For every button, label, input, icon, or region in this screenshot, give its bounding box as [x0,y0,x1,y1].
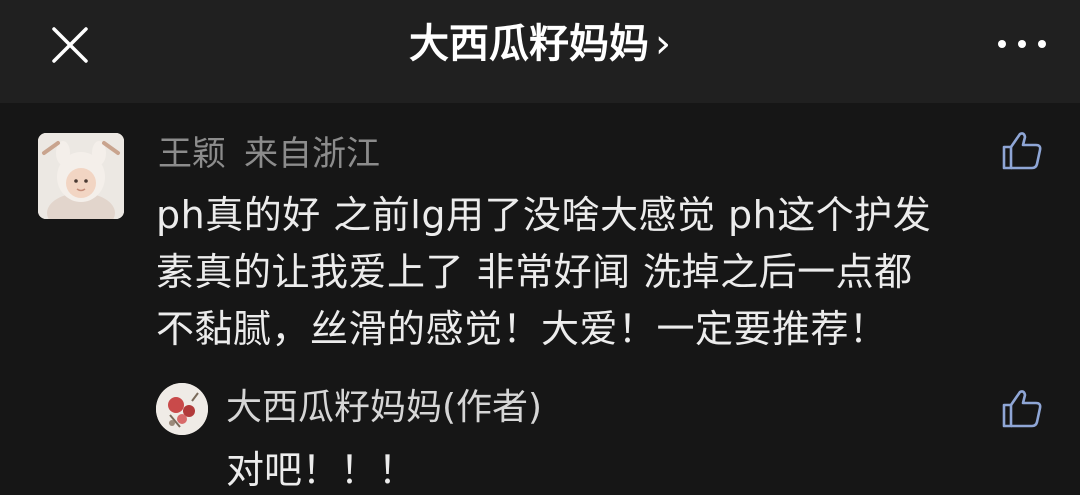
reply-author-name[interactable]: 大西瓜籽妈妈(作者) [226,385,542,431]
avatar[interactable] [38,133,124,219]
thumbs-up-icon[interactable] [1000,387,1044,431]
comment-thread: 王颖 来自浙江 ph真的好 之前lg用了没啥大感觉 ph这个护发 素真的让我爱上了… [0,103,1080,492]
chevron-right-icon: › [655,21,671,67]
comment-text: ph真的好 之前lg用了没啥大感觉 ph这个护发 素真的让我爱上了 非常好闻 洗… [156,187,1056,358]
comment-line: 素真的让我爱上了 非常好闻 洗掉之后一点都 [156,250,913,294]
page-title-text: 大西瓜籽妈妈 [409,21,649,67]
reply-text: 对吧！！！ [226,448,417,492]
comment-line: 不黏腻，丝滑的感觉！大爱！一定要推荐！ [156,307,888,351]
comment-line: ph真的好 之前lg用了没啥大感觉 ph这个护发 [156,193,932,237]
comment-author-line: 王颖 来自浙江 [158,132,380,176]
thumbs-up-icon[interactable] [1000,129,1044,173]
comment-author-name[interactable]: 王颖 [158,134,226,174]
page-title[interactable]: 大西瓜籽妈妈 › [0,18,1080,70]
comment-location: 来自浙江 [244,134,380,174]
top-bar: 大西瓜籽妈妈 › [0,0,1080,103]
more-icon[interactable] [994,28,1050,60]
reply-avatar[interactable] [156,383,208,435]
